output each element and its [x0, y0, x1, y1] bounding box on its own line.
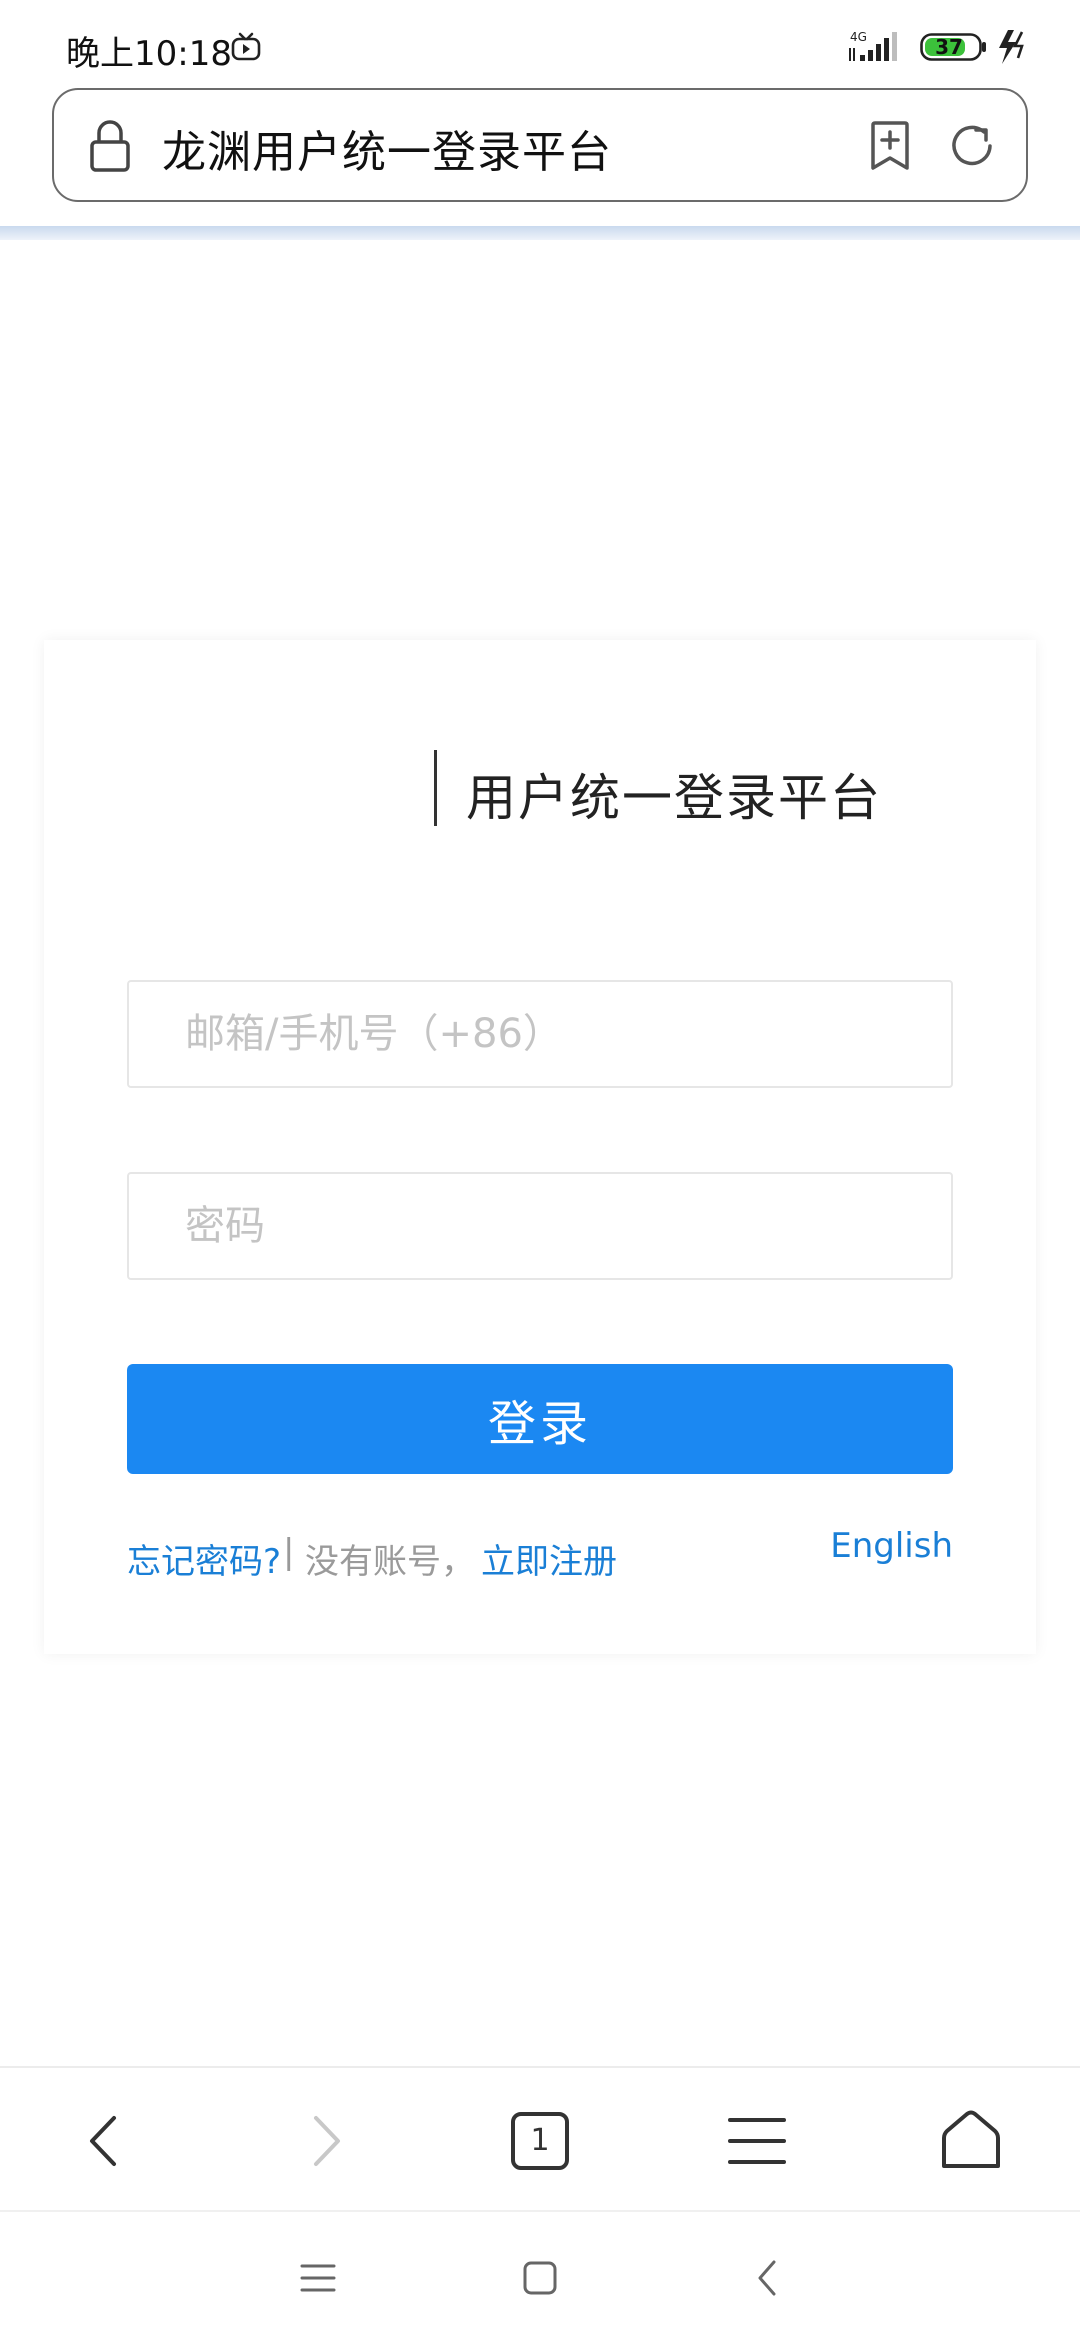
- tv-icon: [231, 32, 261, 61]
- recent-apps-icon[interactable]: [298, 2258, 338, 2298]
- menu-icon[interactable]: [722, 2106, 792, 2176]
- refresh-icon[interactable]: [946, 120, 998, 172]
- login-button[interactable]: 登录: [127, 1364, 953, 1474]
- no-account-text: 没有账号，: [305, 1542, 475, 1582]
- browser-toolbar: 1: [0, 2066, 1080, 2210]
- account-input[interactable]: [127, 980, 953, 1088]
- login-page: 晚上10:18 4G 37 龙渊用户统一登录平台 用户统一登录平台 邮箱/手机号…: [0, 0, 1080, 2340]
- brand-divider: [434, 750, 437, 826]
- battery-level: 37: [935, 35, 963, 59]
- login-title: 用户统一登录平台: [466, 769, 882, 827]
- signal-icon: 4G: [849, 30, 897, 61]
- register-link[interactable]: 立即注册: [481, 1534, 617, 1583]
- auth-links-row: 忘记密码? | 没有账号， 立即注册 English: [127, 1526, 953, 1590]
- links-separator: |: [283, 1532, 295, 1572]
- lock-icon: [90, 120, 130, 172]
- page-load-band: [0, 226, 1080, 240]
- password-input[interactable]: [127, 1172, 953, 1280]
- battery-icon: 37: [920, 33, 988, 61]
- back-arrow-icon[interactable]: [748, 2258, 788, 2298]
- forward-icon[interactable]: [290, 2106, 360, 2176]
- bookmark-add-icon[interactable]: [868, 120, 912, 172]
- system-nav-bar: [0, 2210, 1080, 2340]
- home-square-icon[interactable]: [520, 2258, 560, 2298]
- tabs-count: 1: [530, 2123, 550, 2158]
- tabs-button[interactable]: 1: [505, 2106, 575, 2176]
- language-english-link[interactable]: English: [830, 1526, 953, 1566]
- login-card: 用户统一登录平台 登录 忘记密码? | 没有账号， 立即注册 English: [44, 640, 1036, 1654]
- address-bar[interactable]: 龙渊用户统一登录平台: [52, 88, 1028, 202]
- status-bar: 晚上10:18 4G 37: [0, 0, 1080, 88]
- home-icon[interactable]: [936, 2106, 1006, 2176]
- back-icon[interactable]: [70, 2106, 140, 2176]
- charging-icon: [999, 30, 1024, 64]
- forgot-password-link[interactable]: 忘记密码?: [127, 1534, 281, 1583]
- address-title[interactable]: 龙渊用户统一登录平台: [162, 116, 612, 180]
- status-time: 晚上10:18: [66, 34, 232, 74]
- svg-text:4G: 4G: [850, 30, 867, 44]
